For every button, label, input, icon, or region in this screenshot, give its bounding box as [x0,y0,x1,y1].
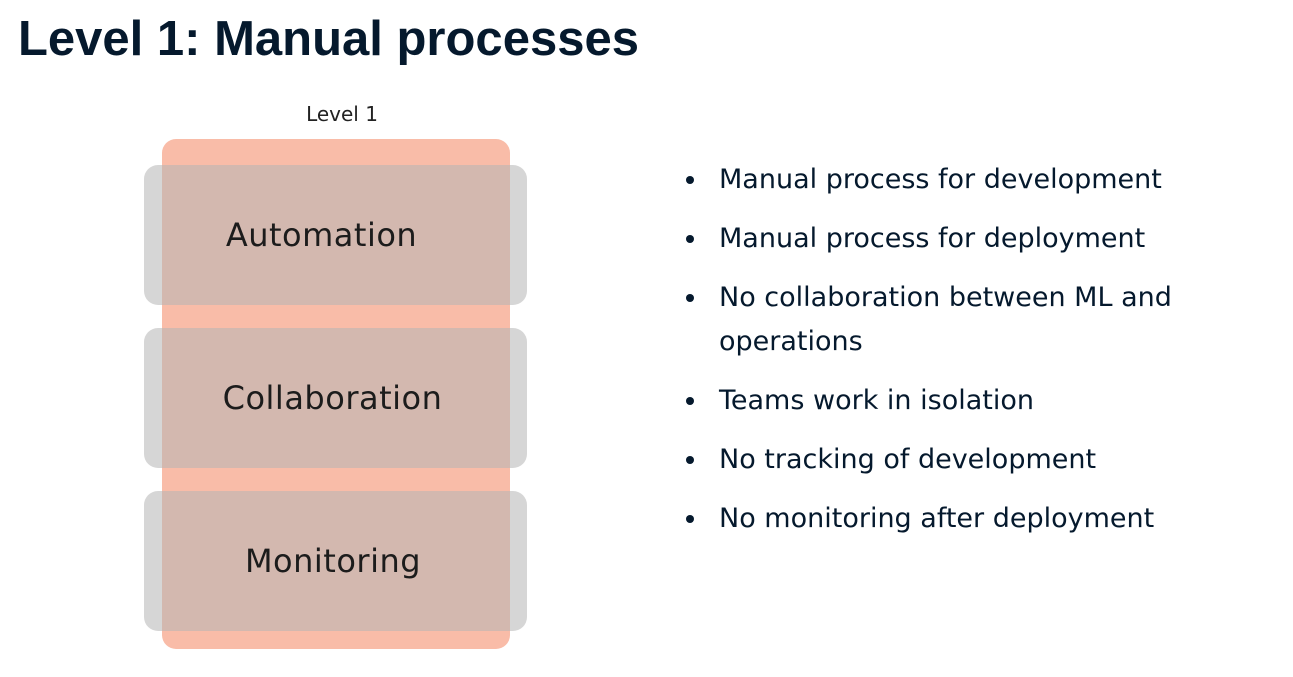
bullet-dot-icon [686,515,694,523]
bullet-dot-icon [686,397,694,405]
monitoring-row-label: Monitoring [244,542,422,580]
collaboration-row: Collaboration [144,328,527,468]
automation-row-label: Automation [225,216,418,254]
bullet-text: Teams work in isolation [719,385,1034,416]
bullet-dot-icon [686,456,694,464]
bullet-item: No tracking of development [686,438,1266,482]
maturity-diagram: Level 1 Automation Collaboration Monitor… [0,0,640,677]
bullet-item: No monitoring after deployment [686,497,1266,541]
automation-row: Automation [144,165,527,305]
bullet-item: Manual process for deployment [686,217,1266,261]
bullet-text: No monitoring after deployment [719,503,1155,534]
bullet-text: No tracking of development [719,444,1097,475]
bullet-list: Manual process for development Manual pr… [686,158,1266,556]
monitoring-row: Monitoring [144,491,527,631]
bullet-item: Teams work in isolation [686,379,1266,423]
bullet-item: Manual process for development [686,158,1266,202]
bullet-text: Manual process for development [719,164,1162,195]
bullet-item: No collaboration between ML and operatio… [686,276,1266,364]
bullet-dot-icon [686,176,694,184]
bullet-dot-icon [686,235,694,243]
bullet-dot-icon [686,294,694,302]
bullet-text: Manual process for deployment [719,223,1146,254]
level-column-label: Level 1 [306,102,378,126]
bullet-text: No collaboration between ML and operatio… [719,282,1172,357]
collaboration-row-label: Collaboration [222,379,443,417]
